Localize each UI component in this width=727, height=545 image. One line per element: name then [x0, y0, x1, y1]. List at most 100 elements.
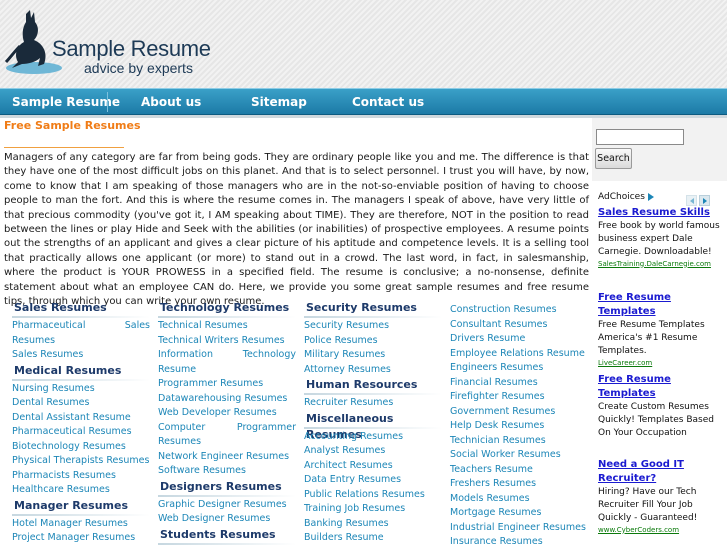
link-information-technology-cont[interactable]: Resume: [158, 363, 296, 378]
link-attorney-resumes[interactable]: Attorney Resumes: [304, 363, 442, 378]
link-freshers-resumes[interactable]: Freshers Resumes: [450, 477, 590, 492]
link-analyst-resumes[interactable]: Analyst Resumes: [304, 444, 442, 459]
heading-technology-resumes: Technology Resumes: [160, 301, 290, 314]
link-social-worker-resumes[interactable]: Social Worker Resumes: [450, 448, 590, 463]
link-military-resumes[interactable]: Military Resumes: [304, 348, 442, 363]
ad-title[interactable]: Free Resume Templates: [598, 373, 724, 401]
link-mortgage-resumes[interactable]: Mortgage Resumes: [450, 506, 590, 521]
right-sidebar: Search AdChoices Sales Resume Skills Fre…: [592, 118, 727, 545]
nav-contact-us[interactable]: Contact us: [352, 89, 424, 115]
link-public-relations-resumes[interactable]: Public Relations Resumes: [304, 488, 442, 503]
link-web-developer-resumes[interactable]: Web Developer Resumes: [158, 406, 296, 421]
link-architect-resumes[interactable]: Architect Resumes: [304, 459, 442, 474]
main-content: Free Sample Resumes Managers of any cate…: [0, 118, 592, 545]
link-government-resumes[interactable]: Government Resumes: [450, 405, 590, 420]
nav-sitemap[interactable]: Sitemap: [251, 89, 307, 115]
ad-text: Hiring? Have our Tech Recruiter Fill You…: [598, 487, 698, 524]
link-datawarehousing-resumes[interactable]: Datawarehousing Resumes: [158, 392, 296, 407]
link-industrial-engineer-resumes[interactable]: Industrial Engineer Resumes: [450, 521, 590, 536]
link-software-resumes[interactable]: Software Resumes: [158, 464, 296, 479]
link-technical-writers-resumes[interactable]: Technical Writers Resumes: [158, 334, 296, 349]
link-computer-programmer-cont[interactable]: Resumes: [158, 435, 296, 450]
link-technician-resumes[interactable]: Technician Resumes: [450, 434, 590, 449]
link-dental-assistant-resume[interactable]: Dental Assistant Resume: [12, 411, 150, 426]
heading-security-resumes: Security Resumes: [306, 301, 417, 314]
category-column-4: Construction Resumes Consultant Resumes …: [450, 303, 590, 545]
link-help-desk-resumes[interactable]: Help Desk Resumes: [450, 419, 590, 434]
ad-item[interactable]: Sales Resume Skills Free book by world f…: [598, 206, 724, 269]
link-web-designer-resumes[interactable]: Web Designer Resumes: [158, 512, 296, 527]
ad-title[interactable]: Sales Resume Skills: [598, 206, 724, 220]
adchoices-label: AdChoices: [598, 192, 645, 202]
link-pharmaceutical-resumes[interactable]: Pharmaceutical Resumes: [12, 425, 150, 440]
link-healthcare-resumes[interactable]: Healthcare Resumes: [12, 483, 150, 498]
link-firefighter-resumes[interactable]: Firefighter Resumes: [450, 390, 590, 405]
category-column-2: Technology Resumes Technical Resumes Tec…: [158, 300, 296, 545]
link-accounting-resumes[interactable]: Accounting Resumes: [304, 430, 442, 445]
link-graphic-designer-resumes[interactable]: Graphic Designer Resumes: [158, 498, 296, 513]
link-data-entry-resumes[interactable]: Data Entry Resumes: [304, 473, 442, 488]
link-programmer-resumes[interactable]: Programmer Resumes: [158, 377, 296, 392]
heading-divider: [12, 316, 150, 318]
heading-sales-resumes: Sales Resumes: [14, 301, 107, 314]
ad-prev-arrow-icon[interactable]: [686, 195, 697, 206]
ad-url[interactable]: SalesTraining.DaleCarnegie.com: [598, 260, 724, 269]
ad-url[interactable]: www.CyberCoders.com: [598, 526, 724, 535]
heading-divider: [12, 378, 150, 381]
link-models-resumes[interactable]: Models Resumes: [450, 492, 590, 507]
link-physical-therapists-resumes[interactable]: Physical Therapists Resumes: [12, 454, 150, 469]
link-information-technology[interactable]: Information Technology: [158, 348, 296, 363]
link-biotechnology-resumes[interactable]: Biotechnology Resumes: [12, 440, 150, 455]
link-recruiter-resumes[interactable]: Recruiter Resumes: [304, 396, 442, 411]
page-title: Free Sample Resumes: [4, 119, 141, 132]
site-tagline: advice by experts: [84, 60, 193, 76]
link-network-engineer-resumes[interactable]: Network Engineer Resumes: [158, 450, 296, 465]
ad-title[interactable]: Free Resume Templates: [598, 291, 724, 319]
ad-title[interactable]: Need a Good IT Recruiter?: [598, 458, 724, 486]
site-title[interactable]: Sample Resume: [52, 36, 211, 62]
link-pharmaceutical-sales[interactable]: Pharmaceutical Sales: [12, 319, 150, 334]
link-insurance-resumes[interactable]: Insurance Resumes: [450, 535, 590, 545]
nav-sample-resume[interactable]: Sample Resume: [12, 89, 120, 115]
link-consultant-resumes[interactable]: Consultant Resumes: [450, 318, 590, 333]
link-pharmaceutical-sales-cont[interactable]: Resumes: [12, 334, 150, 349]
main-nav: Sample Resume About us Sitemap Contact u…: [0, 88, 727, 115]
link-engineers-resumes[interactable]: Engineers Resumes: [450, 361, 590, 376]
link-banking-resumes[interactable]: Banking Resumes: [304, 517, 442, 532]
link-training-job-resumes[interactable]: Training Job Resumes: [304, 502, 442, 517]
intro-paragraph: Managers of any category are far from be…: [4, 152, 589, 308]
category-column-3: Security Resumes Security Resumes Police…: [304, 300, 442, 545]
link-employee-relations-resume[interactable]: Employee Relations Resume: [450, 347, 590, 362]
ad-item[interactable]: Free Resume Templates Free Resume Templa…: [598, 291, 724, 368]
title-underline: [4, 147, 124, 148]
search-input[interactable]: [596, 129, 684, 145]
ad-item[interactable]: Free Resume Templates Create Custom Resu…: [598, 373, 724, 441]
search-button[interactable]: Search: [595, 148, 632, 169]
ad-url[interactable]: LiveCareer.com: [598, 359, 724, 368]
adchoices-link[interactable]: AdChoices: [598, 192, 654, 202]
heading-divider: [158, 494, 296, 497]
link-technical-resumes[interactable]: Technical Resumes: [158, 319, 296, 334]
link-project-manager-resumes[interactable]: Project Manager Resumes: [12, 531, 150, 545]
heading-divider: [304, 393, 442, 395]
adchoices-icon: [647, 192, 654, 201]
link-police-resumes[interactable]: Police Resumes: [304, 334, 442, 349]
link-nursing-resumes[interactable]: Nursing Resumes: [12, 382, 150, 397]
link-sales-resumes[interactable]: Sales Resumes: [12, 348, 150, 363]
ad-item[interactable]: Need a Good IT Recruiter? Hiring? Have o…: [598, 458, 724, 535]
link-drivers-resume[interactable]: Drivers Resume: [450, 332, 590, 347]
ad-text: Free book by world famous business exper…: [598, 221, 720, 258]
link-dental-resumes[interactable]: Dental Resumes: [12, 396, 150, 411]
link-teachers-resume[interactable]: Teachers Resume: [450, 463, 590, 478]
ad-next-arrow-icon[interactable]: [699, 195, 710, 206]
link-builders-resume[interactable]: Builders Resume: [304, 531, 442, 545]
nav-about-us[interactable]: About us: [141, 89, 201, 115]
link-hotel-manager-resumes[interactable]: Hotel Manager Resumes: [12, 517, 150, 532]
heading-medical-resumes: Medical Resumes: [14, 363, 122, 377]
link-construction-resumes[interactable]: Construction Resumes: [450, 303, 590, 318]
link-security-resumes[interactable]: Security Resumes: [304, 319, 442, 334]
link-financial-resumes[interactable]: Financial Resumes: [450, 376, 590, 391]
site-header: Sample Resume advice by experts: [0, 0, 727, 88]
link-pharmacists-resumes[interactable]: Pharmacists Resumes: [12, 469, 150, 484]
link-computer-programmer[interactable]: Computer Programmer: [158, 421, 296, 436]
